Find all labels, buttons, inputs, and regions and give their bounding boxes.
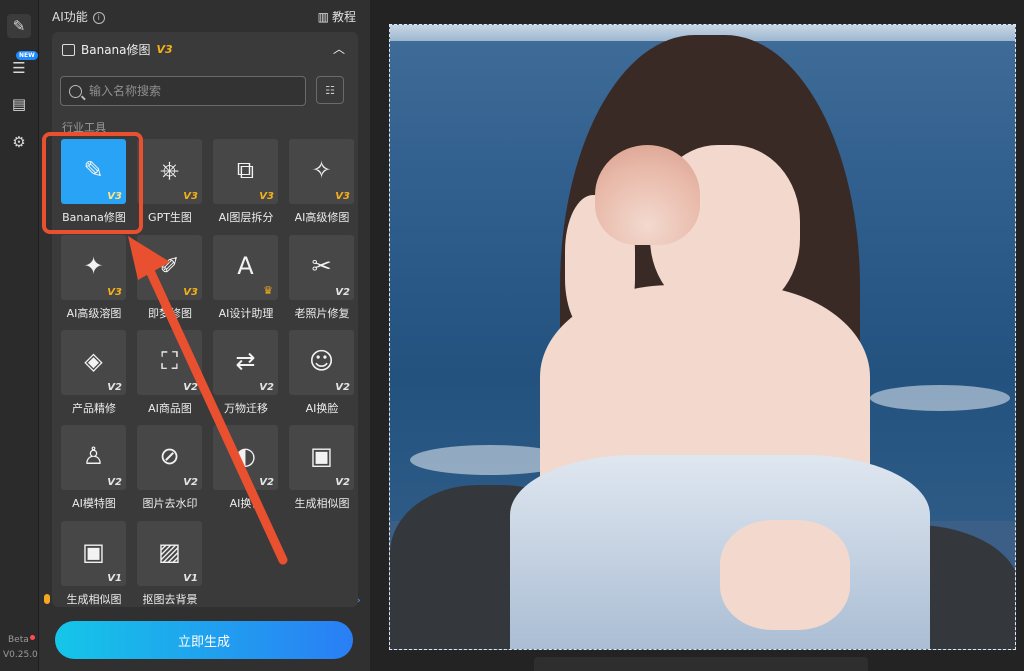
- arrow-head: [128, 236, 170, 280]
- annotation-arrow: [128, 236, 288, 565]
- arrow-shaft: [141, 257, 288, 565]
